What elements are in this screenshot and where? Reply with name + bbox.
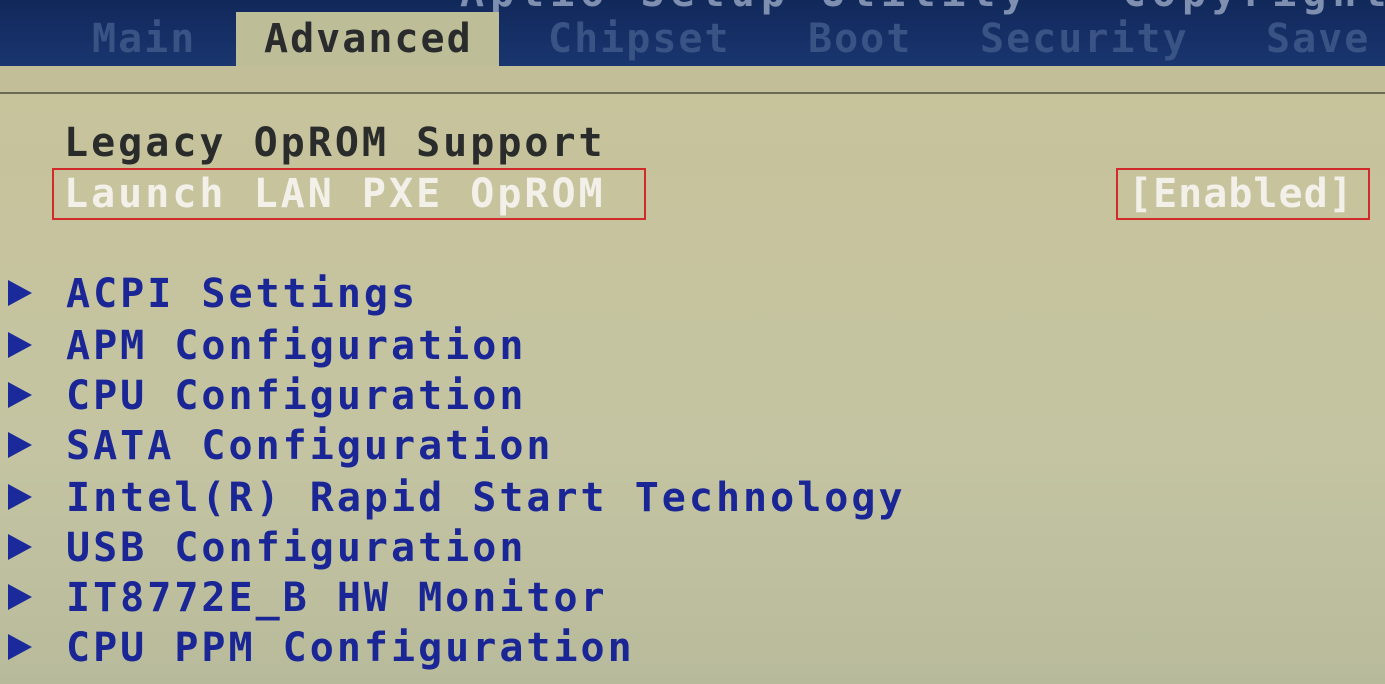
submenu-label: CPU PPM Configuration (66, 625, 635, 671)
submenu-arrow-icon (8, 280, 32, 306)
section-heading: Legacy OpROM Support (64, 120, 606, 166)
submenu-label: ACPI Settings (66, 271, 419, 317)
submenu-cpu-configuration[interactable]: CPU Configuration (0, 372, 1000, 420)
header-divider (0, 66, 1385, 94)
submenu-cpu-ppm-configuration[interactable]: CPU PPM Configuration (0, 624, 1000, 672)
top-menu-bar: Aptio Setup Utility - Copyright Main Adv… (0, 0, 1385, 66)
submenu-label: APM Configuration (66, 323, 527, 369)
submenu-arrow-icon (8, 332, 32, 358)
submenu-arrow-icon (8, 484, 32, 510)
submenu-arrow-icon (8, 634, 32, 660)
submenu-acpi-settings[interactable]: ACPI Settings (0, 270, 1000, 318)
submenu-label: SATA Configuration (66, 423, 554, 469)
submenu-intel-rapid-start[interactable]: Intel(R) Rapid Start Technology (0, 474, 1000, 522)
launch-lan-pxe-oprom-option[interactable]: Launch LAN PXE OpROM (52, 168, 646, 220)
tab-boot[interactable]: Boot (808, 12, 912, 66)
tab-main[interactable]: Main (92, 12, 196, 66)
submenu-arrow-icon (8, 382, 32, 408)
submenu-sata-configuration[interactable]: SATA Configuration (0, 422, 1000, 470)
submenu-apm-configuration[interactable]: APM Configuration (0, 322, 1000, 370)
submenu-label: CPU Configuration (66, 373, 527, 419)
tab-security[interactable]: Security (980, 12, 1189, 66)
submenu-label: USB Configuration (66, 525, 527, 571)
tab-advanced[interactable]: Advanced (236, 12, 499, 66)
submenu-label: IT8772E_B HW Monitor (66, 575, 608, 621)
tab-save[interactable]: Save (1266, 12, 1370, 66)
submenu-usb-configuration[interactable]: USB Configuration (0, 524, 1000, 572)
submenu-arrow-icon (8, 584, 32, 610)
submenu-arrow-icon (8, 534, 32, 560)
submenu-label: Intel(R) Rapid Start Technology (66, 475, 906, 521)
submenu-hw-monitor[interactable]: IT8772E_B HW Monitor (0, 574, 1000, 622)
submenu-arrow-icon (8, 432, 32, 458)
tab-chipset[interactable]: Chipset (548, 12, 731, 66)
launch-lan-pxe-oprom-value[interactable]: [Enabled] (1116, 168, 1370, 220)
